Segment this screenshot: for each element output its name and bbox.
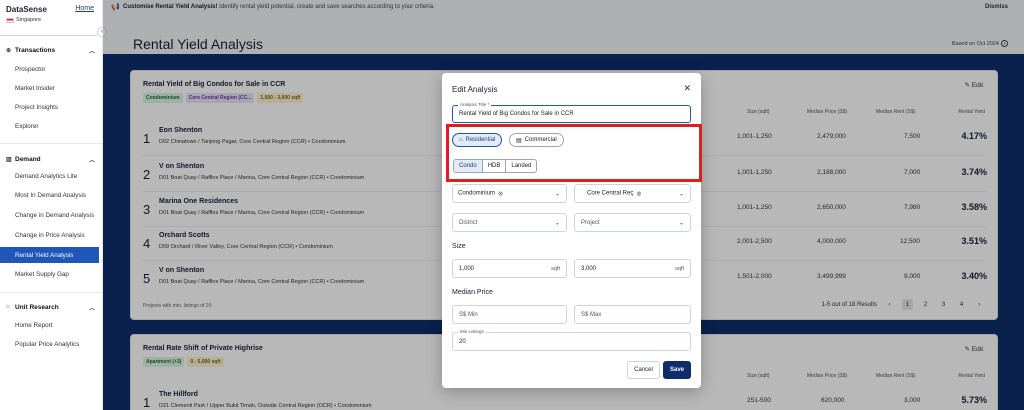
chevron-down-icon: ⌄ xyxy=(554,220,560,226)
brand-name: DataSense xyxy=(6,5,47,14)
analysis-title-input[interactable]: Analysis Title * Rental Yield of Big Con… xyxy=(452,102,691,123)
sidebar-item-change-in-demand[interactable]: Change in Demand Analysis xyxy=(0,207,99,223)
cancel-button[interactable]: Cancel xyxy=(627,361,660,379)
median-price-label: Median Price xyxy=(452,289,493,296)
sidebar-item-demand-analytics-lite[interactable]: Demand Analytics Lite xyxy=(0,168,99,184)
home-icon: ⌂ xyxy=(6,304,10,310)
remove-chip-icon[interactable]: ⊗ xyxy=(636,190,641,197)
sidebar-item-most-in-demand[interactable]: Most In Demand Analysis xyxy=(0,187,99,203)
singapore-flag-icon xyxy=(6,17,14,23)
sidebar-divider xyxy=(0,292,103,293)
sidebar-divider xyxy=(0,143,103,144)
chevron-down-icon: ⌄ xyxy=(678,191,684,197)
section-transactions[interactable]: ⊕ Transactions ︿ xyxy=(0,43,103,57)
sidebar-item-market-insider[interactable]: Market Insider xyxy=(0,80,99,96)
project-select[interactable]: Project ⌄ xyxy=(574,213,691,232)
close-icon[interactable]: ✕ xyxy=(683,83,691,94)
chevron-down-icon: ⌄ xyxy=(554,191,560,197)
district-select[interactable]: District ⌄ xyxy=(452,213,567,232)
chevron-up-icon: ︿ xyxy=(88,48,95,55)
transactions-icon: ⊕ xyxy=(6,47,12,54)
sidebar-item-prospector[interactable]: Prospector xyxy=(0,61,99,77)
section-demand[interactable]: ▥ Demand ︿ xyxy=(0,152,103,166)
min-listings-input[interactable]: Min Listings 20 xyxy=(452,329,691,351)
home-link[interactable]: Home xyxy=(75,5,94,12)
size-max-input[interactable]: 3,000 sqft xyxy=(574,259,691,278)
chevron-up-icon: ︿ xyxy=(88,305,95,312)
country-selector[interactable]: Singapore xyxy=(6,17,41,23)
sidebar-item-home-report[interactable]: Home Report xyxy=(0,317,99,333)
brand-divider xyxy=(0,35,97,36)
sidebar-item-explorer[interactable]: Explorer xyxy=(0,118,99,134)
price-max-input[interactable]: S$ Max xyxy=(574,305,691,324)
highlight-box xyxy=(446,124,702,182)
sidebar-item-market-supply-gap[interactable]: Market Supply Gap xyxy=(0,266,99,282)
save-button[interactable]: Save xyxy=(663,361,691,379)
size-label: Size xyxy=(452,243,466,250)
chevron-down-icon: ⌄ xyxy=(678,220,684,226)
sidebar: DataSense Home Singapore ⊕ Transactions … xyxy=(0,0,103,410)
sidebar-item-popular-price-analytics[interactable]: Popular Price Analytics xyxy=(0,336,99,352)
sidebar-item-rental-yield[interactable]: Rental Yield Analysis xyxy=(0,247,99,263)
remove-chip-icon[interactable]: ⊗ xyxy=(498,190,503,197)
bar-chart-icon: ▥ xyxy=(6,156,12,163)
chevron-up-icon: ︿ xyxy=(88,157,95,164)
modal-title: Edit Analysis xyxy=(452,85,498,94)
section-unit-research[interactable]: ⌂ Unit Research ︿ xyxy=(0,300,103,314)
region-select[interactable]: Core Central Reç ⊗ ⌄ xyxy=(574,184,691,203)
sidebar-item-project-insights[interactable]: Project Insights xyxy=(0,99,99,115)
sidebar-item-change-in-price[interactable]: Change in Price Analysis xyxy=(0,227,99,243)
country-label: Singapore xyxy=(16,17,42,23)
property-type-select[interactable]: Condominium ⊗ ⌄ xyxy=(452,184,567,203)
size-min-input[interactable]: 1,000 sqft xyxy=(452,259,567,278)
price-min-input[interactable]: S$ Min xyxy=(452,305,567,324)
